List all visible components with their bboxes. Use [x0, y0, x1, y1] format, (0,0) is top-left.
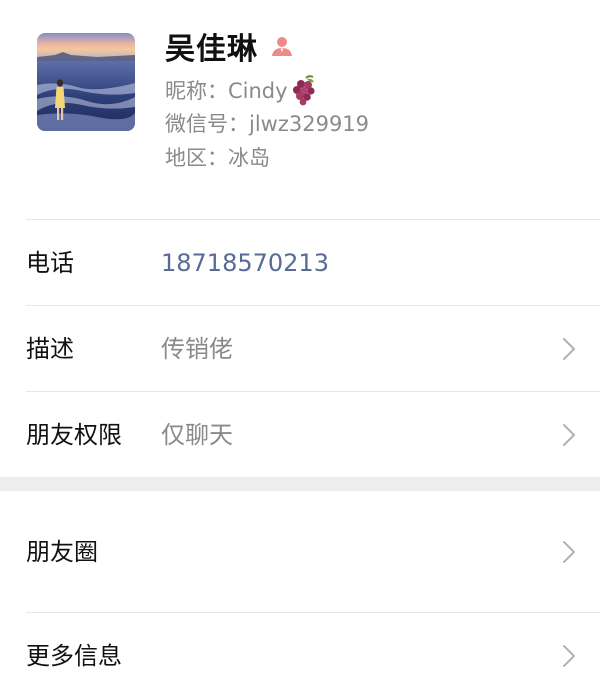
- row-value: 仅聊天: [161, 421, 233, 449]
- row-label: 朋友权限: [26, 421, 122, 449]
- wechat-id-line: 微信号：jlwz329919: [165, 108, 369, 138]
- person-icon: [270, 34, 294, 58]
- row-moments[interactable]: 朋友圈: [0, 509, 600, 595]
- profile-header: 吴佳琳 昵称：Cindy 微信号：jlwz329919 地区：冰岛: [0, 0, 600, 218]
- row-label: 电话: [26, 249, 74, 277]
- avatar[interactable]: [37, 33, 135, 131]
- row-more-info[interactable]: 更多信息: [0, 613, 600, 699]
- avatar-image: [37, 33, 135, 131]
- nickname-line: 昵称：Cindy: [165, 74, 321, 106]
- chevron-right-icon: [563, 541, 575, 563]
- contact-name: 吴佳琳: [165, 32, 258, 67]
- chevron-right-icon: [563, 338, 575, 360]
- phone-number-link[interactable]: 18718570213: [161, 220, 329, 306]
- row-label: 朋友圈: [26, 538, 98, 566]
- chevron-right-icon: [563, 424, 575, 446]
- row-description[interactable]: 描述 传销佬: [0, 306, 600, 392]
- region-text: 地区：冰岛: [165, 146, 270, 170]
- name-row: 吴佳琳: [165, 24, 294, 68]
- row-friend-permissions[interactable]: 朋友权限 仅聊天: [0, 392, 600, 478]
- row-label: 更多信息: [26, 642, 122, 670]
- wechat-id-text: 微信号：jlwz329919: [165, 112, 370, 136]
- section-gap: [0, 477, 600, 491]
- grape-icon: [289, 74, 321, 106]
- nickname-text: 昵称：Cindy: [165, 79, 288, 103]
- row-phone[interactable]: 电话 18718570213: [0, 220, 600, 306]
- region-line: 地区：冰岛: [165, 142, 270, 172]
- chevron-right-icon: [563, 645, 575, 667]
- row-value: 传销佬: [161, 335, 233, 363]
- row-label: 描述: [26, 335, 74, 363]
